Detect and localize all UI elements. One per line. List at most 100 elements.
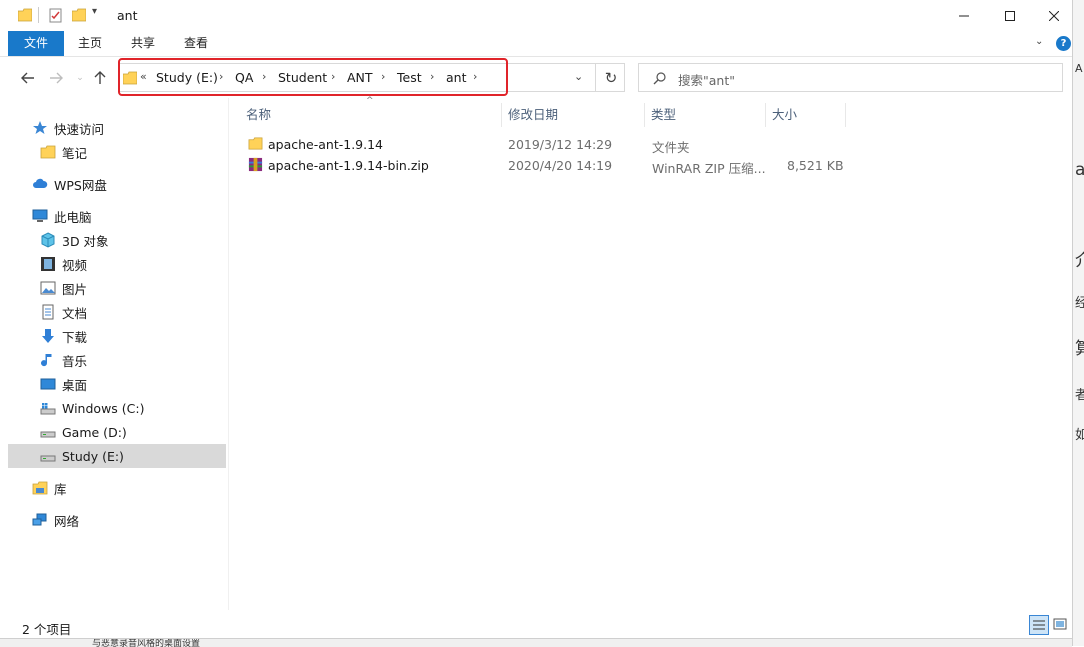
maximize-button[interactable] bbox=[987, 0, 1033, 31]
large-icons-view-button[interactable] bbox=[1051, 615, 1071, 635]
film-icon bbox=[41, 257, 55, 271]
address-highlight-annotation bbox=[118, 58, 508, 96]
refresh-button[interactable]: ↻ bbox=[595, 63, 626, 92]
expand-ribbon-chevron-icon[interactable]: ⌄ bbox=[1035, 36, 1043, 47]
nav-notes[interactable]: 笔记 bbox=[40, 140, 87, 164]
nav-label: Windows (C:) bbox=[62, 400, 145, 416]
nav-label: Game (D:) bbox=[62, 424, 127, 440]
tab-home[interactable]: 主页 bbox=[66, 31, 114, 56]
nav-label: 3D 对象 bbox=[62, 233, 109, 249]
customize-toolbar-chevron-icon[interactable]: ▾ bbox=[92, 6, 97, 17]
file-name: apache-ant-1.9.14 bbox=[268, 137, 384, 152]
pane-divider[interactable] bbox=[228, 98, 229, 610]
drive-icon bbox=[40, 455, 56, 462]
drive-icon bbox=[40, 431, 56, 438]
title-bar: ▾ ant bbox=[0, 0, 1072, 31]
nav-label: WPS网盘 bbox=[54, 177, 107, 193]
background-text: A bbox=[1075, 62, 1083, 75]
nav-wps-cloud[interactable]: WPS网盘 bbox=[32, 172, 107, 196]
file-modified: 2020/4/20 14:19 bbox=[508, 158, 613, 173]
file-type: WinRAR ZIP 压缩... bbox=[652, 161, 766, 176]
folder-icon bbox=[248, 137, 263, 150]
details-view-icon bbox=[1033, 620, 1045, 630]
nav-label: 网络 bbox=[54, 513, 80, 529]
window-title: ant bbox=[117, 8, 138, 23]
tab-file[interactable]: 文件 bbox=[8, 31, 64, 56]
nav-downloads[interactable]: 下载 bbox=[40, 324, 87, 348]
cloud-icon bbox=[33, 178, 48, 188]
nav-label: 图片 bbox=[62, 281, 88, 297]
column-header-size[interactable]: 大小 bbox=[766, 103, 846, 127]
nav-3d-objects[interactable]: 3D 对象 bbox=[40, 228, 109, 252]
network-icon bbox=[32, 513, 47, 526]
properties-icon[interactable] bbox=[49, 8, 63, 23]
address-history-chevron-icon[interactable]: ⌄ bbox=[574, 70, 583, 83]
file-size: 8,521 KB bbox=[787, 158, 844, 173]
music-note-icon bbox=[41, 354, 52, 367]
nav-label: 快速访问 bbox=[54, 121, 105, 137]
status-item-count: 2 个项目 bbox=[22, 622, 72, 637]
nav-drive-e[interactable]: Study (E:) bbox=[8, 444, 226, 468]
back-arrow-icon bbox=[21, 72, 34, 84]
nav-libraries[interactable]: 库 bbox=[32, 476, 67, 500]
background-text: 如 bbox=[1075, 424, 1084, 443]
background-text: 算 bbox=[1075, 334, 1084, 359]
column-header-modified[interactable]: 修改日期 bbox=[502, 103, 645, 127]
nav-this-pc[interactable]: 此电脑 bbox=[32, 204, 92, 228]
minimize-icon bbox=[959, 15, 969, 16]
up-button[interactable] bbox=[89, 64, 111, 92]
background-window-right: A ar 介 经 算 者 如 bbox=[1072, 0, 1084, 646]
star-icon bbox=[33, 121, 47, 134]
close-icon bbox=[1049, 10, 1059, 21]
file-type: 文件夹 bbox=[652, 140, 690, 155]
new-folder-icon[interactable] bbox=[72, 8, 86, 22]
ribbon-tabs: 文件 主页 共享 查看 ⌄ ? bbox=[0, 31, 1072, 57]
nav-label: 笔记 bbox=[62, 145, 88, 161]
forward-button[interactable] bbox=[45, 64, 67, 92]
nav-music[interactable]: 音乐 bbox=[40, 348, 87, 372]
nav-drive-d[interactable]: Game (D:) bbox=[40, 420, 127, 444]
picture-icon bbox=[40, 281, 56, 295]
close-button[interactable] bbox=[1031, 0, 1077, 31]
title-separator bbox=[38, 7, 39, 23]
nav-label: 下载 bbox=[62, 329, 88, 345]
desktop-icon bbox=[40, 378, 56, 390]
forward-arrow-icon bbox=[50, 72, 63, 84]
table-row[interactable]: apache-ant-1.9.14-bin.zip 2020/4/20 14:1… bbox=[240, 155, 860, 176]
file-modified: 2019/3/12 14:29 bbox=[508, 137, 613, 152]
nav-label: 视频 bbox=[62, 257, 88, 273]
table-row[interactable]: apache-ant-1.9.14 2019/3/12 14:29 文件夹 bbox=[240, 134, 860, 155]
minimize-button[interactable] bbox=[941, 0, 987, 31]
background-text: 经 bbox=[1075, 292, 1084, 311]
nav-label: Study (E:) bbox=[62, 448, 124, 464]
background-text: 介 bbox=[1075, 246, 1084, 271]
nav-desktop[interactable]: 桌面 bbox=[40, 372, 87, 396]
details-view-button[interactable] bbox=[1029, 615, 1049, 635]
computer-icon bbox=[32, 209, 48, 222]
navigation-pane: 快速访问 笔记 WPS网盘 此电脑 3D 对象 视频 图片 文档 下载 音乐 桌… bbox=[8, 100, 228, 610]
nav-documents[interactable]: 文档 bbox=[40, 300, 87, 324]
column-header-name[interactable]: 名称 bbox=[240, 103, 502, 127]
search-box[interactable]: 搜索"ant" bbox=[638, 63, 1063, 92]
nav-label: 此电脑 bbox=[54, 209, 92, 225]
help-icon[interactable]: ? bbox=[1056, 36, 1071, 51]
nav-label: 音乐 bbox=[62, 353, 88, 369]
cube-icon bbox=[41, 232, 55, 248]
nav-label: 桌面 bbox=[62, 377, 88, 393]
nav-drive-c[interactable]: Windows (C:) bbox=[40, 396, 144, 420]
nav-label: 库 bbox=[54, 481, 67, 497]
column-header-type[interactable]: 类型 bbox=[645, 103, 766, 127]
nav-videos[interactable]: 视频 bbox=[40, 252, 87, 276]
back-button[interactable] bbox=[17, 64, 39, 92]
tab-share[interactable]: 共享 bbox=[119, 31, 167, 56]
download-arrow-icon bbox=[42, 329, 54, 343]
nav-network[interactable]: 网络 bbox=[32, 508, 79, 532]
nav-label: 文档 bbox=[62, 305, 88, 321]
nav-pictures[interactable]: 图片 bbox=[40, 276, 87, 300]
tab-view[interactable]: 查看 bbox=[172, 31, 220, 56]
nav-quick-access[interactable]: 快速访问 bbox=[32, 116, 104, 140]
search-input[interactable]: 搜索"ant" bbox=[678, 70, 735, 89]
refresh-icon: ↻ bbox=[604, 68, 618, 87]
folder-icon bbox=[40, 145, 56, 159]
recent-locations-chevron-icon[interactable]: ⌄ bbox=[69, 64, 91, 92]
